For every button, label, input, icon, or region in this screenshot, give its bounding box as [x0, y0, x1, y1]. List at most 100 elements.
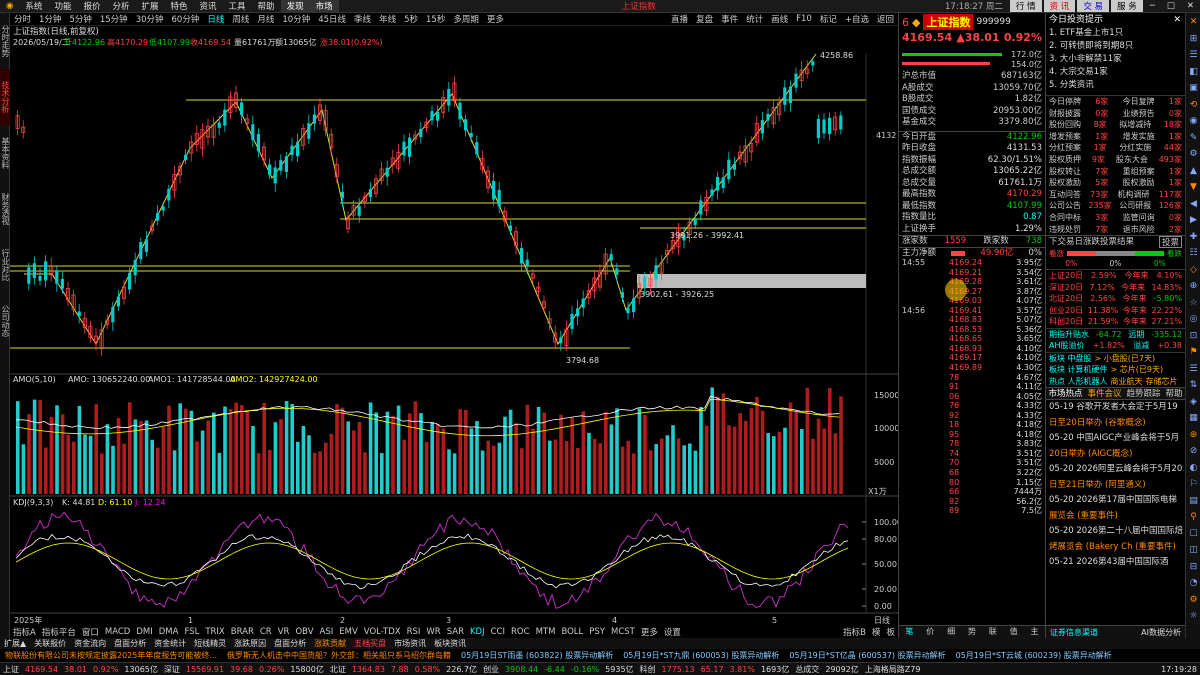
event-item[interactable]: 05-21 2026第43届中国国际酒	[1046, 555, 1185, 571]
tool-icon[interactable]: ☷	[1188, 248, 1199, 260]
indicator-tab[interactable]: 更多	[638, 626, 661, 638]
period-tab[interactable]: 月线	[253, 13, 278, 25]
news-item[interactable]: 2. 可转债即将到期8只	[1046, 40, 1185, 53]
news-tab-event[interactable]: 事件会议	[1087, 388, 1121, 399]
indicator-tab[interactable]: DMA	[156, 627, 182, 637]
bottom-function-item[interactable]: 关联报价	[30, 638, 70, 649]
period-tab[interactable]: 15分钟	[96, 13, 132, 25]
bottom-function-item[interactable]: 盘面分析	[270, 638, 310, 649]
status-index-name[interactable]: 创业	[480, 664, 502, 675]
indicator-tab[interactable]: OBV	[292, 627, 316, 637]
news-item[interactable]: 4. 大宗交易1家	[1046, 66, 1185, 79]
btn-quote-tab[interactable]: 行 情	[1009, 0, 1042, 12]
tool-icon[interactable]: ◔	[1188, 578, 1199, 590]
favorite-icon[interactable]: ◆	[912, 16, 920, 29]
tab-tick[interactable]: 笔	[905, 626, 913, 638]
tool-icon[interactable]: ◧	[1188, 67, 1199, 79]
news-tab-hot[interactable]: 市场热点	[1048, 388, 1082, 399]
btn-trade-tab[interactable]: 交 易	[1077, 0, 1110, 12]
indicator-tab[interactable]: ASI	[317, 627, 337, 637]
tool-icon[interactable]: ☐	[1188, 529, 1199, 541]
event-item[interactable]: 05-20 2026第二十八届中国国际焙	[1046, 524, 1185, 540]
period-tab[interactable]: 季线	[350, 13, 375, 25]
period-tab[interactable]: 45日线	[314, 13, 350, 25]
indicator-tab[interactable]: 窗口	[79, 626, 102, 638]
stat-row[interactable]: 公司公告 235家 公司研报 126家	[1046, 200, 1185, 212]
menu-info[interactable]: 资讯	[194, 0, 223, 12]
news-tab-trend[interactable]: 趋势跟踪	[1126, 388, 1160, 399]
news-item[interactable]: 3. 大小非解禁11家	[1046, 53, 1185, 66]
stat-row[interactable]: 分红预案 1家 分红实施 44家	[1046, 142, 1185, 154]
indicator-tab[interactable]: DMI	[133, 627, 155, 637]
period-tab[interactable]: 分时	[10, 13, 35, 25]
tool-icon[interactable]: ⊡	[1188, 331, 1199, 343]
minimize-icon[interactable]: ─	[1144, 1, 1161, 11]
indicator-tab[interactable]: PSY	[586, 627, 608, 637]
indicator-tab[interactable]: BOLL	[558, 627, 586, 637]
tool-icon[interactable]: ☰	[1188, 50, 1199, 62]
tool-icon[interactable]: ✚	[1188, 232, 1199, 244]
vote-up-label[interactable]: 看涨	[1049, 248, 1064, 259]
indicator-tab[interactable]: MACD	[102, 627, 133, 637]
period-tab[interactable]: 60分钟	[168, 13, 204, 25]
news-item[interactable]: 5. 分类资讯	[1046, 79, 1185, 92]
btn-service-tab[interactable]: 服 务	[1111, 0, 1143, 12]
indicator-tab[interactable]: BRAR	[228, 627, 257, 637]
tool-icon[interactable]: ✎	[1188, 133, 1199, 145]
tool-icon[interactable]: ⇅	[1188, 380, 1199, 392]
bottom-function-item[interactable]: 盘面分析	[110, 638, 150, 649]
stat-row[interactable]: 财报披露 0家 业绩预告 0家	[1046, 108, 1185, 120]
sector-row[interactable]: 板块 计算机硬件 > 芯片(已9天)	[1046, 364, 1185, 376]
menu-help[interactable]: 帮助	[252, 0, 281, 12]
tool-icon[interactable]: ☰	[1188, 364, 1199, 376]
vote-down-label[interactable]: 看跌	[1167, 248, 1182, 259]
menu-function[interactable]: 功能	[48, 0, 77, 12]
ticker-item[interactable]: 俄罗斯无人机击中中国货船？外交部：相关船只系马绍尔群岛籍	[222, 650, 456, 661]
event-item[interactable]: 日至21日举办 (阿里通义)	[1046, 478, 1185, 494]
sidebar-item-technical[interactable]: 技术分析	[0, 69, 10, 125]
bottom-function-item[interactable]: 资金统计	[150, 638, 190, 649]
stat-row[interactable]: 增发预案 1家 增发实施 1家	[1046, 131, 1185, 143]
menu-quote[interactable]: 报价	[77, 0, 106, 12]
news-bottom-link[interactable]: 证券信息渠道	[1050, 626, 1098, 638]
news-tab-help[interactable]: 帮助	[1165, 388, 1182, 399]
toolbar-back[interactable]: 返回	[873, 13, 898, 25]
event-item[interactable]: 展览会 (重要事件)	[1046, 509, 1185, 525]
menu-extend[interactable]: 扩展	[135, 0, 164, 12]
menu-system[interactable]: 系统	[19, 0, 48, 12]
tool-icon[interactable]: ▼	[1188, 182, 1199, 194]
indicator-tab[interactable]: MCST	[608, 627, 638, 637]
sidebar-item-company[interactable]: 公司动态	[0, 293, 10, 349]
ticker-item[interactable]: 05月19日ST雨墨 (603822) 股票异动解析	[456, 650, 618, 661]
toolbar-live[interactable]: 直播	[667, 13, 692, 25]
indicator-tab[interactable]: SAR	[444, 627, 467, 637]
sector-row[interactable]: 板块 中盘股 > 小盘股(已7天)	[1046, 353, 1185, 365]
indicator-tab[interactable]: MTM	[533, 627, 559, 637]
tool-icon[interactable]: ⊟	[1188, 562, 1199, 574]
period-tab[interactable]: 周线	[228, 13, 253, 25]
sidebar-item-timeshare[interactable]: 分时走势	[0, 13, 10, 69]
event-item[interactable]: 20日举办 (AIGC概念)	[1046, 447, 1185, 463]
indicator-tab[interactable]: VOL-TDX	[361, 627, 404, 637]
tool-icon[interactable]: ▶	[1188, 215, 1199, 227]
sidebar-item-basic[interactable]: 基本资料	[0, 125, 10, 181]
bottom-function-item[interactable]: 市场资讯	[390, 638, 430, 649]
period-tab[interactable]: 1分钟	[35, 13, 65, 25]
period-tab[interactable]: 5分钟	[65, 13, 95, 25]
tool-icon[interactable]: ◐	[1188, 463, 1199, 475]
tab-detail[interactable]: 细	[947, 626, 955, 638]
tool-icon[interactable]: ◉	[1188, 116, 1199, 128]
tool-icon[interactable]: ⚙	[1188, 149, 1199, 161]
tool-icon[interactable]: ▤	[1188, 496, 1199, 508]
indicator-tab[interactable]: KDJ	[467, 627, 488, 637]
stat-row[interactable]: 股份回购 8家 拟增减持 18家	[1046, 119, 1185, 131]
tab-link[interactable]: 联	[989, 626, 997, 638]
event-item[interactable]: 烤展览会 (Bakery Ch (重要事件)	[1046, 540, 1185, 556]
status-index-name[interactable]: 深证	[161, 664, 183, 675]
stat-row[interactable]: 股权激励 5家 股权激励 1家	[1046, 177, 1185, 189]
tool-icon[interactable]: ⊛	[1188, 430, 1199, 442]
tool-icon[interactable]: ▦	[1188, 413, 1199, 425]
menu-tools[interactable]: 工具	[223, 0, 252, 12]
tool-icon[interactable]: ◎	[1188, 314, 1199, 326]
app-logo-icon[interactable]: ◉	[0, 1, 19, 11]
